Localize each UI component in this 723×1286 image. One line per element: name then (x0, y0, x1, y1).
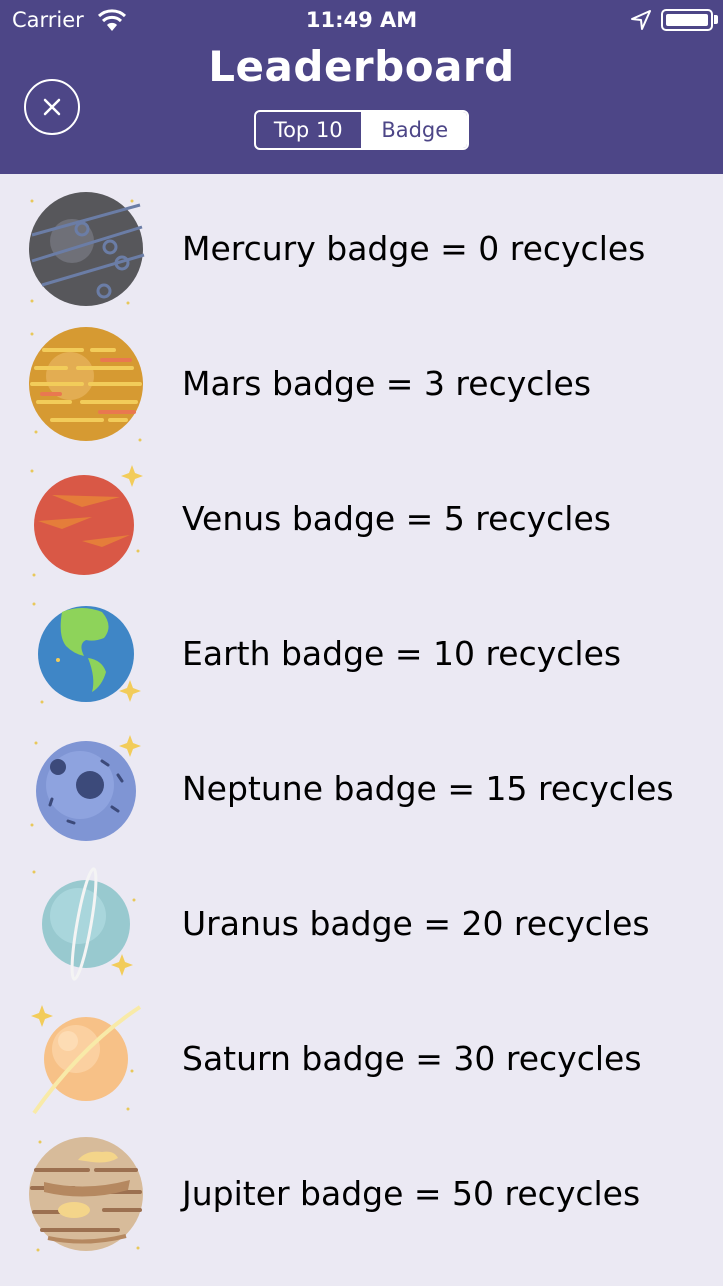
location-arrow-icon (631, 10, 651, 30)
close-icon (43, 98, 61, 116)
segment-top-10[interactable]: Top 10 (256, 112, 361, 148)
badge-label-neptune: Neptune badge = 15 recycles (182, 769, 674, 808)
list-item: Mars badge = 3 recycles (0, 318, 723, 453)
badge-label-mercury: Mercury badge = 0 recycles (182, 229, 646, 268)
badge-label-mars: Mars badge = 3 recycles (182, 364, 592, 403)
list-item: Venus badge = 5 recycles (0, 453, 723, 588)
jupiter-planet-icon (29, 1137, 143, 1252)
page-title: Leaderboard (208, 42, 515, 91)
list-item: Mercury badge = 0 recycles (0, 183, 723, 318)
mars-planet-icon (29, 327, 143, 442)
battery-icon (661, 9, 713, 31)
list-item: Earth badge = 10 recycles (0, 588, 723, 723)
nav-header: Carrier 11:49 AM Leaderboard Top 10 Badg… (0, 0, 723, 174)
badge-label-earth: Earth badge = 10 recycles (182, 634, 622, 673)
list-item: Uranus badge = 20 recycles (0, 858, 723, 993)
venus-planet-icon (30, 465, 143, 577)
segment-badge[interactable]: Badge (360, 112, 467, 148)
mercury-planet-icon (29, 192, 145, 306)
status-bar: Carrier 11:49 AM (0, 0, 723, 40)
uranus-planet-icon (32, 867, 136, 981)
earth-planet-icon (32, 602, 141, 704)
badge-label-saturn: Saturn badge = 30 recycles (182, 1039, 642, 1078)
saturn-planet-icon (31, 1005, 142, 1115)
status-time: 11:49 AM (305, 8, 418, 32)
list-item: Neptune badge = 15 recycles (0, 723, 723, 858)
badge-label-uranus: Uranus badge = 20 recycles (182, 904, 650, 943)
badge-label-jupiter: Jupiter badge = 50 recycles (182, 1174, 641, 1213)
neptune-planet-icon (30, 735, 141, 841)
leaderboard-segmented-control: Top 10 Badge (254, 110, 469, 150)
list-item: Saturn badge = 30 recycles (0, 993, 723, 1128)
close-button[interactable] (24, 79, 80, 135)
battery-tip (714, 15, 718, 24)
badge-label-venus: Venus badge = 5 recycles (182, 499, 611, 538)
list-item: Jupiter badge = 50 recycles (0, 1128, 723, 1263)
